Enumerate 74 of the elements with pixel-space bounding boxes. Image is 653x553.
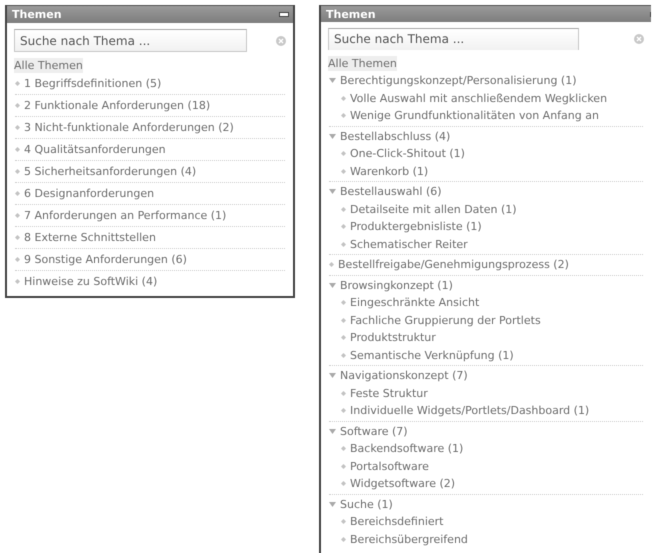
minimize-icon[interactable]: [279, 12, 289, 17]
topic-item[interactable]: 2 Funktionale Anforderungen (18): [15, 95, 285, 116]
bullet-icon: [15, 169, 20, 174]
clear-icon[interactable]: [276, 36, 286, 46]
topic-item[interactable]: Widgetsoftware (2): [329, 475, 643, 492]
topic-item[interactable]: Backendsoftware (1): [329, 440, 643, 458]
bullet-icon: [341, 96, 346, 101]
topic-item[interactable]: Hinweise zu SoftWiki (4): [15, 271, 285, 292]
topic-item[interactable]: Bereichsdefiniert: [329, 513, 643, 530]
topic-item[interactable]: Fachliche Gruppierung der Portlets: [329, 312, 643, 329]
panel-title: Themen: [12, 8, 62, 21]
topic-item[interactable]: Bestellauswahl (6): [329, 183, 643, 200]
all-topics-link[interactable]: Alle Themen: [14, 58, 83, 73]
clear-icon[interactable]: [634, 34, 644, 44]
bullet-icon: [341, 464, 346, 469]
topic-item[interactable]: Navigationskonzept (7): [329, 367, 643, 384]
topic-item[interactable]: Portalsoftware: [329, 458, 643, 475]
bullet-icon: [341, 335, 346, 340]
bullet-icon: [15, 191, 20, 196]
bullet-icon: [341, 168, 346, 174]
bullet-icon: [341, 390, 346, 396]
bullet-icon: [341, 242, 346, 247]
bullet-icon: [341, 519, 346, 524]
topic-item[interactable]: Software (7): [329, 422, 643, 440]
bullet-icon: [341, 206, 346, 212]
topic-item[interactable]: 3 Nicht-funktionale Anforderungen (2): [15, 117, 285, 138]
topic-item[interactable]: 1 Begriffsdefinitionen (5): [15, 73, 285, 94]
bullet-icon: [341, 446, 346, 452]
search-field[interactable]: Suche nach Thema ...: [328, 28, 579, 50]
topic-item[interactable]: Bereichsübergreifend: [329, 530, 643, 548]
topic-item[interactable]: Volle Auswahl mit anschließendem Wegklicken: [329, 90, 643, 107]
topic-item[interactable]: 5 Sicherheitsanforderungen (4): [15, 161, 285, 182]
topic-item[interactable]: Eingeschränkte Ansicht: [329, 294, 643, 312]
topic-item[interactable]: Wenige Grundfunktionalitäten von Anfang an: [329, 107, 643, 124]
bullet-icon: [341, 352, 346, 358]
search-field[interactable]: Suche nach Thema ...: [14, 29, 247, 52]
topic-item[interactable]: 7 Anforderungen an Performance (1): [15, 205, 285, 226]
topic-item[interactable]: Individuelle Widgets/Portlets/Dashboard (1): [329, 402, 643, 420]
bullet-icon: [341, 300, 346, 306]
bullet-icon: [341, 481, 346, 486]
topic-item[interactable]: Produktstruktur: [329, 329, 643, 346]
bullet-icon: [15, 279, 20, 284]
topic-item[interactable]: 8 Externe Schnittstellen: [15, 227, 285, 248]
topic-item[interactable]: Bestellabschluss (4): [329, 128, 643, 145]
bullet-icon: [15, 213, 20, 218]
bullet-icon: [15, 235, 20, 240]
topic-item[interactable]: Bestellfreigabe/Genehmigungsprozess (2): [329, 256, 643, 274]
bullet-icon: [15, 125, 20, 130]
topic-item[interactable]: Browsingkonzept (1): [329, 276, 643, 294]
topic-item[interactable]: Detailseite mit allen Daten (1): [329, 200, 643, 218]
topic-item[interactable]: Berechtigungskonzept/Personalisierung (1): [329, 72, 643, 90]
bullet-icon: [15, 81, 20, 86]
bullet-icon: [15, 147, 20, 152]
bullet-icon: [329, 262, 334, 268]
topic-item[interactable]: 9 Sonstige Anforderungen (6): [15, 249, 285, 270]
topic-item[interactable]: Schematischer Reiter: [329, 236, 643, 253]
topic-item[interactable]: Semantische Verknüpfung (1): [329, 346, 643, 364]
all-topics-link[interactable]: Alle Themen: [328, 56, 397, 71]
bullet-icon: [341, 113, 346, 118]
topic-item[interactable]: 6 Designanforderungen: [15, 183, 285, 204]
bullet-icon: [15, 103, 20, 108]
topic-item[interactable]: Suche (1): [329, 496, 643, 513]
bullet-icon: [15, 257, 20, 262]
panel-title: Themen: [326, 8, 376, 21]
topic-item[interactable]: Warenkorb (1): [329, 162, 643, 180]
topic-item[interactable]: One-Click-Shitout (1): [329, 145, 643, 162]
bullet-icon: [341, 151, 346, 156]
topic-item[interactable]: Produktergebnisliste (1): [329, 218, 643, 236]
bullet-icon: [341, 224, 346, 230]
bullet-icon: [341, 408, 346, 414]
topic-item[interactable]: 4 Qualitätsanforderungen: [15, 139, 285, 160]
bullet-icon: [341, 318, 346, 323]
bullet-icon: [341, 536, 346, 542]
topic-item[interactable]: Feste Struktur: [329, 384, 643, 402]
